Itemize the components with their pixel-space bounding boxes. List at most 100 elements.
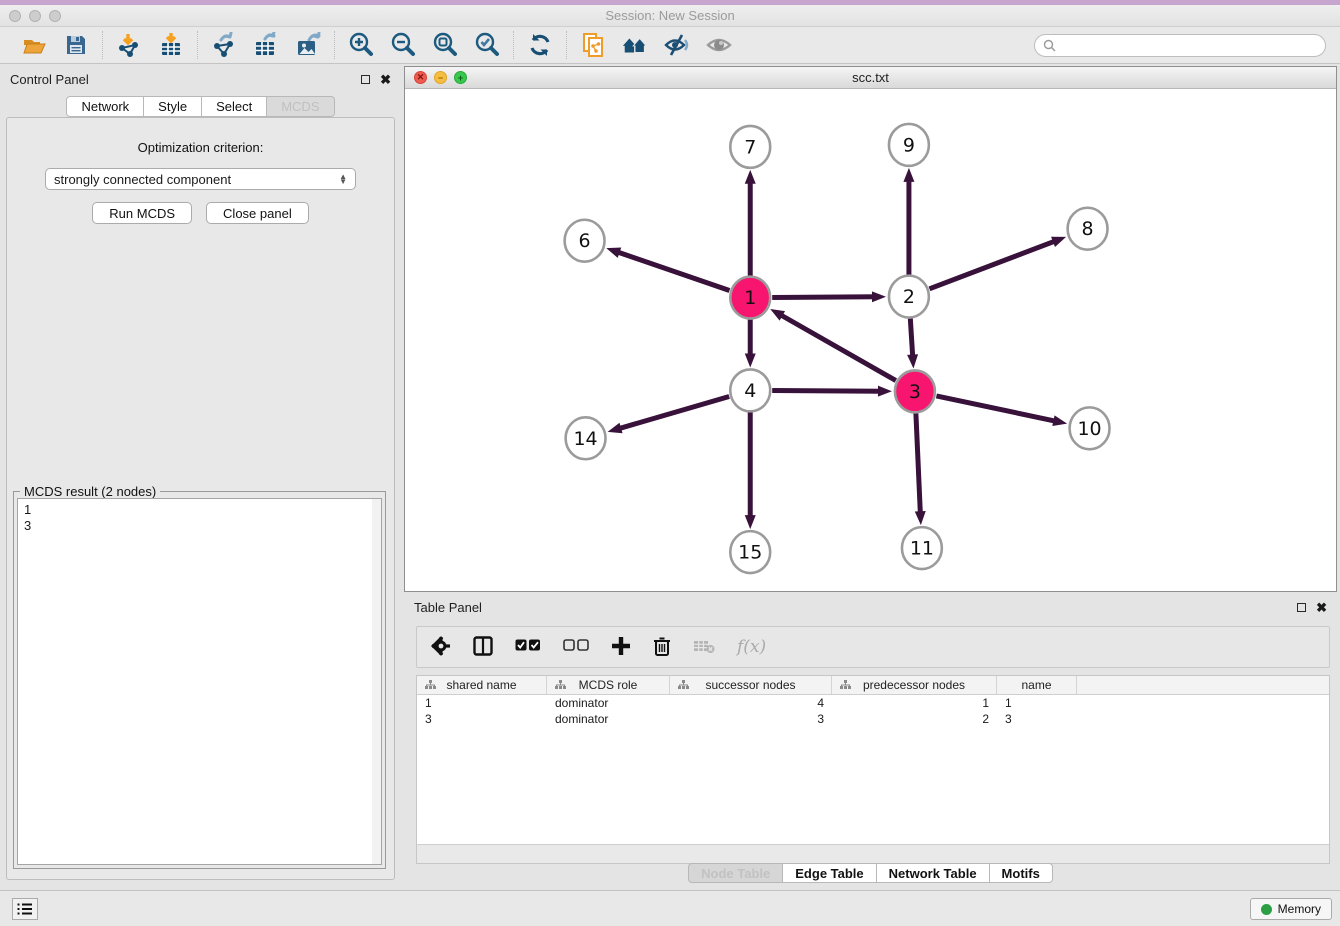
memory-label: Memory bbox=[1278, 902, 1321, 916]
optimization-criterion-label: Optimization criterion: bbox=[7, 140, 394, 155]
tab-style[interactable]: Style bbox=[144, 96, 202, 117]
mcds-result-text[interactable]: 1 3 bbox=[17, 498, 382, 865]
chevron-up-down-icon: ▲▼ bbox=[339, 174, 347, 184]
delete-table-icon bbox=[693, 638, 715, 657]
tab-node-table[interactable]: Node Table bbox=[688, 863, 783, 883]
tab-network-table[interactable]: Network Table bbox=[877, 863, 990, 883]
zoom-in-icon[interactable] bbox=[347, 31, 375, 59]
arrowhead-icon bbox=[1052, 415, 1067, 426]
node-label-4: 4 bbox=[744, 380, 756, 402]
cell-shared-name[interactable]: 1 bbox=[417, 695, 547, 711]
network-canvas[interactable]: 7968124314101511 bbox=[405, 89, 1336, 591]
select-all-icon[interactable] bbox=[515, 639, 541, 655]
import-network-icon[interactable] bbox=[115, 31, 143, 59]
network-graph[interactable]: 7968124314101511 bbox=[405, 89, 1336, 591]
cell-successor-nodes[interactable]: 4 bbox=[670, 695, 832, 711]
column-header-predecessor-nodes[interactable]: predecessor nodes bbox=[832, 676, 997, 694]
close-panel-icon[interactable]: ✖ bbox=[380, 73, 391, 86]
deselect-all-icon[interactable] bbox=[563, 639, 589, 655]
zoom-out-icon[interactable] bbox=[389, 31, 417, 59]
cell-shared-name[interactable]: 3 bbox=[417, 711, 547, 727]
tab-network[interactable]: Network bbox=[66, 96, 144, 117]
export-table-icon[interactable] bbox=[252, 31, 280, 59]
edge-2-8[interactable] bbox=[929, 240, 1056, 288]
memory-button[interactable]: Memory bbox=[1250, 898, 1332, 920]
import-table-icon[interactable] bbox=[157, 31, 185, 59]
edge-2-3[interactable] bbox=[910, 318, 913, 358]
table-footer-bar bbox=[416, 844, 1330, 864]
arrowhead-icon bbox=[608, 423, 623, 434]
hide-selected-icon[interactable] bbox=[663, 31, 691, 59]
edge-1-6[interactable] bbox=[616, 251, 730, 290]
node-label-10: 10 bbox=[1078, 418, 1102, 440]
edge-1-2[interactable] bbox=[772, 297, 876, 298]
arrowhead-icon bbox=[745, 353, 756, 367]
split-view-icon[interactable] bbox=[473, 636, 493, 659]
edge-3-10[interactable] bbox=[936, 396, 1057, 422]
cell-MCDS-role[interactable]: dominator bbox=[547, 711, 670, 727]
edge-3-11[interactable] bbox=[916, 413, 921, 515]
tab-mcds[interactable]: MCDS bbox=[267, 96, 334, 117]
search-area bbox=[1034, 34, 1326, 57]
table-row[interactable]: 3dominator323 bbox=[417, 711, 1329, 727]
zoom-selected-icon[interactable] bbox=[473, 31, 501, 59]
arrowhead-icon bbox=[903, 168, 914, 182]
close-table-panel-icon[interactable]: ✖ bbox=[1316, 601, 1327, 614]
network-title: scc.txt bbox=[405, 70, 1336, 85]
arrowhead-icon bbox=[745, 170, 756, 184]
cell-successor-nodes[interactable]: 3 bbox=[670, 711, 832, 727]
column-header-MCDS-role[interactable]: MCDS role bbox=[547, 676, 670, 694]
table-settings-icon[interactable] bbox=[431, 636, 451, 659]
node-label-15: 15 bbox=[738, 542, 762, 564]
arrowhead-icon bbox=[915, 511, 926, 525]
refresh-icon[interactable] bbox=[526, 31, 554, 59]
add-column-icon[interactable] bbox=[611, 636, 631, 659]
tree-icon bbox=[555, 680, 566, 690]
node-label-3: 3 bbox=[909, 381, 921, 403]
column-header-shared-name[interactable]: shared name bbox=[417, 676, 547, 694]
memory-status-dot bbox=[1261, 904, 1272, 915]
clone-network-icon[interactable] bbox=[579, 31, 607, 59]
cell-name[interactable]: 1 bbox=[997, 695, 1077, 711]
column-header-name[interactable]: name bbox=[997, 676, 1077, 694]
result-scrollbar[interactable] bbox=[372, 499, 381, 864]
export-network-icon[interactable] bbox=[210, 31, 238, 59]
edge-4-14[interactable] bbox=[617, 397, 729, 430]
edge-3-1[interactable] bbox=[779, 314, 896, 381]
open-session-icon[interactable] bbox=[20, 31, 48, 59]
first-neighbors-icon[interactable] bbox=[621, 31, 649, 59]
search-field[interactable] bbox=[1034, 34, 1326, 57]
close-panel-button[interactable]: Close panel bbox=[206, 202, 309, 224]
cell-predecessor-nodes[interactable]: 2 bbox=[832, 711, 997, 727]
tab-select[interactable]: Select bbox=[202, 96, 267, 117]
arrowhead-icon bbox=[1051, 237, 1066, 247]
status-bar: Memory bbox=[0, 890, 1340, 926]
app-title: Session: New Session bbox=[0, 8, 1340, 23]
table-row[interactable]: 1dominator411 bbox=[417, 695, 1329, 711]
save-session-icon[interactable] bbox=[62, 31, 90, 59]
network-window-titlebar[interactable]: ✕ − + scc.txt bbox=[405, 67, 1336, 89]
node-label-7: 7 bbox=[744, 136, 756, 158]
task-history-button[interactable] bbox=[12, 898, 38, 920]
cell-name[interactable]: 3 bbox=[997, 711, 1077, 727]
network-view-window: ✕ − + scc.txt 7968124314101511 bbox=[404, 66, 1337, 592]
float-table-panel-icon[interactable] bbox=[1297, 603, 1306, 612]
column-header-successor-nodes[interactable]: successor nodes bbox=[670, 676, 832, 694]
node-table[interactable]: shared nameMCDS rolesuccessor nodesprede… bbox=[416, 675, 1330, 844]
tab-edge-table[interactable]: Edge Table bbox=[783, 863, 876, 883]
show-all-icon[interactable] bbox=[705, 31, 733, 59]
delete-column-icon[interactable] bbox=[653, 636, 671, 659]
cell-MCDS-role[interactable]: dominator bbox=[547, 695, 670, 711]
tab-motifs[interactable]: Motifs bbox=[990, 863, 1053, 883]
mcds-tab-content: Optimization criterion: strongly connect… bbox=[6, 117, 395, 880]
table-tabs: Node TableEdge TableNetwork TableMotifs bbox=[404, 863, 1337, 883]
zoom-fit-icon[interactable] bbox=[431, 31, 459, 59]
run-mcds-button[interactable]: Run MCDS bbox=[92, 202, 192, 224]
search-input[interactable] bbox=[1061, 38, 1317, 52]
edge-4-3[interactable] bbox=[772, 391, 882, 392]
cell-predecessor-nodes[interactable]: 1 bbox=[832, 695, 997, 711]
float-panel-icon[interactable] bbox=[361, 75, 370, 84]
optimization-criterion-dropdown[interactable]: strongly connected component ▲▼ bbox=[45, 168, 356, 190]
tree-icon bbox=[678, 680, 689, 690]
export-image-icon[interactable] bbox=[294, 31, 322, 59]
